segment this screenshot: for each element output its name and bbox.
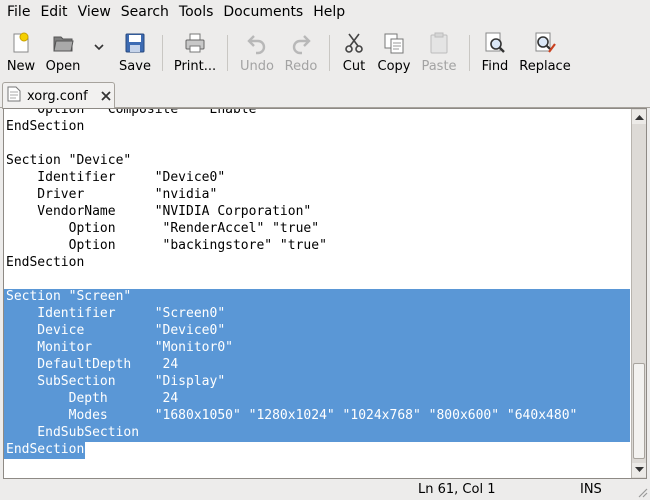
menu-file[interactable]: File xyxy=(2,0,35,25)
tab-label: xorg.conf xyxy=(27,88,88,104)
replace-label: Replace xyxy=(519,59,571,74)
code-line: Depth 24 xyxy=(6,391,179,406)
code-line: EndSection xyxy=(6,119,85,134)
menu-help[interactable]: Help xyxy=(308,0,350,25)
code-line: SubSection "Display" xyxy=(6,374,226,389)
find-icon xyxy=(483,31,507,55)
menu-search[interactable]: Search xyxy=(116,0,174,25)
code-line: Monitor "Monitor0" xyxy=(6,340,233,355)
menu-view[interactable]: View xyxy=(73,0,116,25)
scissors-icon xyxy=(342,31,366,55)
open-label: Open xyxy=(45,59,81,74)
toolbar: New Open Save Print... Undo Redo Cut Cop… xyxy=(0,27,650,79)
status-bar: Ln 61, Col 1 INS xyxy=(0,480,650,500)
toolbar-separator xyxy=(227,35,228,71)
insert-mode: INS xyxy=(580,482,602,497)
tab-xorg-conf[interactable]: xorg.conf xyxy=(2,82,115,109)
copy-button[interactable]: Copy xyxy=(376,27,412,77)
scroll-up-arrow-icon[interactable] xyxy=(632,110,646,124)
redo-label: Redo xyxy=(284,59,318,74)
code-line: Option "Composite" "Enable" xyxy=(6,109,265,117)
new-document-icon xyxy=(9,31,33,55)
print-label: Print... xyxy=(173,59,217,74)
save-button[interactable]: Save xyxy=(117,27,153,77)
text-file-icon xyxy=(7,86,21,106)
code-line: Modes "1680x1050" "1280x1024" "1024x768"… xyxy=(6,408,578,423)
new-label: New xyxy=(6,59,36,74)
save-label: Save xyxy=(119,59,151,74)
scroll-down-arrow-icon[interactable] xyxy=(632,463,646,477)
document-tab-bar: xorg.conf xyxy=(0,80,650,109)
paste-icon xyxy=(427,31,451,55)
code-line: EndSection xyxy=(6,255,85,270)
open-recent-dropdown[interactable] xyxy=(88,27,110,77)
code-line: Option "backingstore" "true" xyxy=(6,238,327,253)
close-icon[interactable] xyxy=(99,89,113,103)
code-line: Device "Device0" xyxy=(6,323,226,338)
print-button[interactable]: Print... xyxy=(172,27,218,77)
code-line: DefaultDepth 24 xyxy=(6,357,179,372)
cut-label: Cut xyxy=(342,59,366,74)
code-line: VendorName "NVIDIA Corporation" xyxy=(6,204,312,219)
redo-icon xyxy=(289,31,313,55)
menu-tools[interactable]: Tools xyxy=(174,0,219,25)
code-line: EndSubSection xyxy=(6,425,140,440)
menu-documents[interactable]: Documents xyxy=(218,0,308,25)
copy-icon xyxy=(382,31,406,55)
chevron-down-icon xyxy=(93,41,105,53)
undo-icon xyxy=(245,31,269,55)
open-button[interactable]: Open xyxy=(44,27,82,77)
paste-label: Paste xyxy=(421,59,457,74)
code-line: Section "Device" xyxy=(6,153,132,168)
cursor-position: Ln 61, Col 1 xyxy=(418,482,496,497)
toolbar-separator xyxy=(329,35,330,71)
code-line: Section "Screen" xyxy=(6,289,132,304)
find-label: Find xyxy=(481,59,509,74)
toolbar-separator xyxy=(162,35,163,71)
code-line: Option "RenderAccel" "true" xyxy=(6,221,320,236)
menu-bar: File Edit View Search Tools Documents He… xyxy=(0,0,650,25)
replace-button[interactable]: Replace xyxy=(518,27,572,77)
save-icon xyxy=(123,31,147,55)
resize-grip-icon[interactable] xyxy=(636,486,648,498)
scrollbar-thumb[interactable] xyxy=(633,363,645,459)
code-line: Identifier "Device0" xyxy=(6,170,226,185)
new-button[interactable]: New xyxy=(3,27,39,77)
vertical-scrollbar[interactable] xyxy=(631,109,646,478)
text-editor[interactable]: Option "Composite" "Enable" EndSection Sec… xyxy=(4,109,630,478)
editor-frame: Option "Composite" "Enable" EndSection Sec… xyxy=(3,108,647,479)
cut-button[interactable]: Cut xyxy=(338,27,370,77)
find-button[interactable]: Find xyxy=(479,27,511,77)
redo-button[interactable]: Redo xyxy=(283,27,319,77)
paste-button[interactable]: Paste xyxy=(420,27,458,77)
code-line: Identifier "Screen0" xyxy=(6,306,226,321)
find-replace-icon xyxy=(533,31,557,55)
code-line: EndSection xyxy=(6,442,85,457)
open-folder-icon xyxy=(51,31,75,55)
printer-icon xyxy=(183,31,207,55)
toolbar-separator xyxy=(469,35,470,71)
menu-edit[interactable]: Edit xyxy=(35,0,72,25)
undo-button[interactable]: Undo xyxy=(238,27,276,77)
code-line: Driver "nvidia" xyxy=(6,187,218,202)
copy-label: Copy xyxy=(377,59,411,74)
undo-label: Undo xyxy=(240,59,274,74)
